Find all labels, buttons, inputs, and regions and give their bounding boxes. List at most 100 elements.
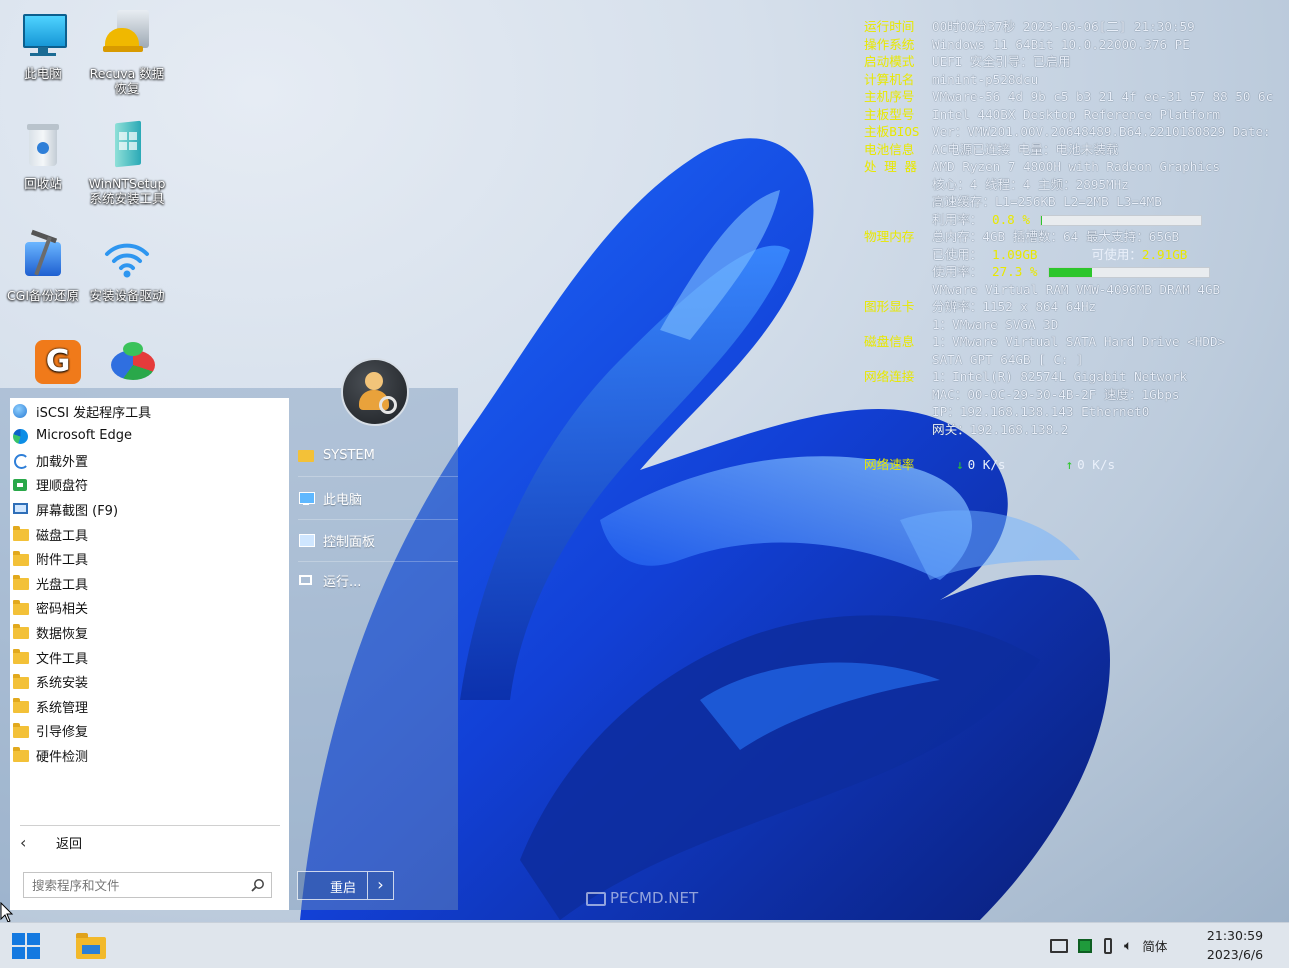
desktop-icon-this-pc[interactable]: 此电脑: [2, 10, 84, 81]
start-menu-link[interactable]: 此电脑: [298, 480, 458, 516]
screenshot-icon: [12, 501, 30, 517]
back-button[interactable]: ‹ 返回: [20, 831, 82, 853]
restart-options-arrow[interactable]: ›: [367, 872, 393, 899]
start-menu-item-label: 密码相关: [36, 602, 89, 618]
sysinfo-value: minint-p528dcu: [932, 71, 1039, 87]
desktop-icon-driver-install[interactable]: 安装设备驱动: [86, 232, 168, 303]
partition-tool-icon: [101, 338, 155, 390]
memory-free-label: 可使用：: [1091, 246, 1142, 262]
sysinfo-value: 1：Intel(R) 82574L Gigabit Network: [932, 369, 1188, 384]
start-button[interactable]: [12, 933, 40, 959]
sysinfo-key: 主板BIOS: [864, 124, 920, 139]
clock-date: 2023/6/6: [1206, 947, 1264, 962]
sysinfo-key: 处 理 器: [864, 159, 917, 174]
computer-icon: [17, 10, 69, 62]
sysinfo-value: SATA GPT 64GB [ C: ]: [932, 351, 1084, 367]
start-menu-item[interactable]: 附件工具: [12, 548, 88, 570]
sysinfo-value: AMD Ryzen 7 4800H with Radeon Graphics: [932, 159, 1221, 174]
sysinfo-key: 操作系统: [864, 36, 915, 52]
edge-icon: [12, 428, 30, 444]
restart-button[interactable]: 重启 ›: [297, 871, 394, 900]
desktop-icon-label: Recuva 数据恢复: [89, 66, 165, 96]
iscsi-icon: [12, 403, 30, 419]
pecmd-watermark: PECMD.NET: [586, 889, 698, 907]
desktop-icon-partition-tool[interactable]: [86, 338, 168, 394]
diskgenius-icon: G: [17, 338, 81, 390]
search-input[interactable]: [30, 874, 249, 896]
sysinfo-value: MAC：00-0C-29-30-4B-2F 速度：1Gbps: [932, 386, 1180, 402]
sysinfo-value: 分辨率：1152 x 864 64Hz: [932, 299, 1097, 314]
network-icon[interactable]: [1050, 938, 1068, 953]
start-menu-link[interactable]: SYSTEM: [298, 437, 458, 473]
start-menu-item[interactable]: 系统安装: [12, 671, 88, 693]
start-menu-item[interactable]: iSCSI 发起程序工具: [12, 400, 151, 422]
folder-icon: [12, 747, 30, 763]
start-menu-link[interactable]: 控制面板: [298, 522, 458, 558]
user-avatar[interactable]: [341, 358, 409, 426]
upload-arrow-icon: ↑: [1065, 456, 1074, 472]
memory-usage-value: 27.3 %: [992, 264, 1038, 279]
desktop-icon-label: 回收站: [24, 176, 62, 191]
sysinfo-key: 网络速率: [864, 456, 915, 472]
upload-speed: 0 K/s: [1077, 456, 1116, 472]
start-menu-item[interactable]: 密码相关: [12, 597, 88, 619]
desktop-icon-label: WinNTSetup 系统安装工具: [88, 176, 166, 206]
start-menu-item-label: 理顺盘符: [36, 479, 89, 495]
start-menu-item[interactable]: 理顺盘符: [12, 474, 88, 496]
sysinfo-value: AC电源已连接 电量：电池未装载: [932, 141, 1119, 157]
start-menu-item[interactable]: 引导修复: [12, 720, 88, 742]
sysinfo-value: Intel 440BX Desktop Reference Platform: [932, 106, 1221, 122]
start-menu-item[interactable]: Microsoft Edge: [12, 425, 132, 447]
watermark-text: PECMD.NET: [610, 889, 699, 907]
start-menu-link[interactable]: 运行...: [298, 562, 458, 598]
cgi-backup-icon: [17, 229, 69, 284]
start-menu-item[interactable]: 系统管理: [12, 695, 88, 717]
folder-icon: [12, 599, 30, 616]
desktop-icon-winntsetup[interactable]: WinNTSetup 系统安装工具: [86, 120, 168, 206]
sysinfo-value: Ver：VMW201.00V.20648489.B64.2210180829 D…: [932, 124, 1271, 139]
search-box[interactable]: [23, 872, 272, 898]
sysinfo-value: 利用率：: [932, 211, 983, 227]
sysinfo-key: 网络连接: [864, 369, 915, 384]
memory-used-value: 1.09GB: [992, 246, 1038, 262]
security-icon[interactable]: [1078, 938, 1092, 953]
download-speed: 0 K/s: [967, 456, 1006, 472]
sysinfo-key: 电池信息: [864, 141, 915, 157]
folder-icon: [298, 448, 314, 462]
start-menu-item[interactable]: 数据恢复: [12, 621, 88, 643]
start-menu-item[interactable]: 硬件检测: [12, 744, 88, 766]
start-menu-item-label: 引导修复: [36, 725, 89, 741]
refresh-icon: [12, 452, 30, 470]
desktop-icon-recuva[interactable]: Recuva 数据恢复: [86, 10, 168, 96]
search-icon[interactable]: [251, 878, 265, 892]
start-menu-link-label: 运行...: [323, 574, 362, 590]
desktop-icon-label: CGI备份还原: [6, 288, 80, 303]
start-menu-item-label: 加载外置: [36, 454, 89, 470]
start-menu-item[interactable]: 加载外置: [12, 449, 88, 471]
taskbar-clock[interactable]: 21:30:59 2023/6/6: [1200, 926, 1270, 964]
start-menu-item[interactable]: 文件工具: [12, 646, 88, 668]
ime-indicator[interactable]: 简体: [1142, 936, 1167, 955]
desktop-icon-recycle-bin[interactable]: 回收站: [2, 120, 84, 191]
desktop-icon-diskgenius[interactable]: G: [2, 338, 84, 394]
taskbar: 🔈︎ 简体 21:30:59 2023/6/6: [0, 922, 1289, 968]
sysinfo-value: UEFI 安全引导：已启用: [932, 54, 1071, 69]
volume-icon[interactable]: 🔈︎: [1124, 938, 1132, 954]
start-menu-item[interactable]: 磁盘工具: [12, 523, 88, 545]
sysinfo-value: 1：VMware Virtual SATA Hard Drive <HDD>: [932, 334, 1226, 349]
desktop-icon-cgi-backup[interactable]: CGI备份还原: [2, 229, 84, 303]
usb-drive-icon[interactable]: [1104, 937, 1112, 954]
sysinfo-key: 物理内存: [864, 229, 915, 244]
start-menu-item[interactable]: 屏幕截图 (F9): [12, 498, 118, 520]
right-pane-separator: [298, 561, 458, 562]
sysinfo-value: 使用率：: [932, 264, 983, 279]
sysinfo-value: 00时00分37秒 2023-06-06[二] 21:30:59: [932, 19, 1195, 34]
sysinfo-key: 运行时间: [864, 19, 915, 34]
right-pane-separator: [298, 519, 458, 520]
start-menu-link-label: SYSTEM: [323, 447, 375, 463]
start-menu-item-label: 硬件检测: [36, 749, 89, 765]
cpu-usage-bar: [1039, 214, 1202, 226]
start-menu-item[interactable]: 光盘工具: [12, 572, 88, 594]
mouse-cursor: [0, 902, 14, 923]
taskbar-file-explorer[interactable]: [74, 931, 108, 961]
